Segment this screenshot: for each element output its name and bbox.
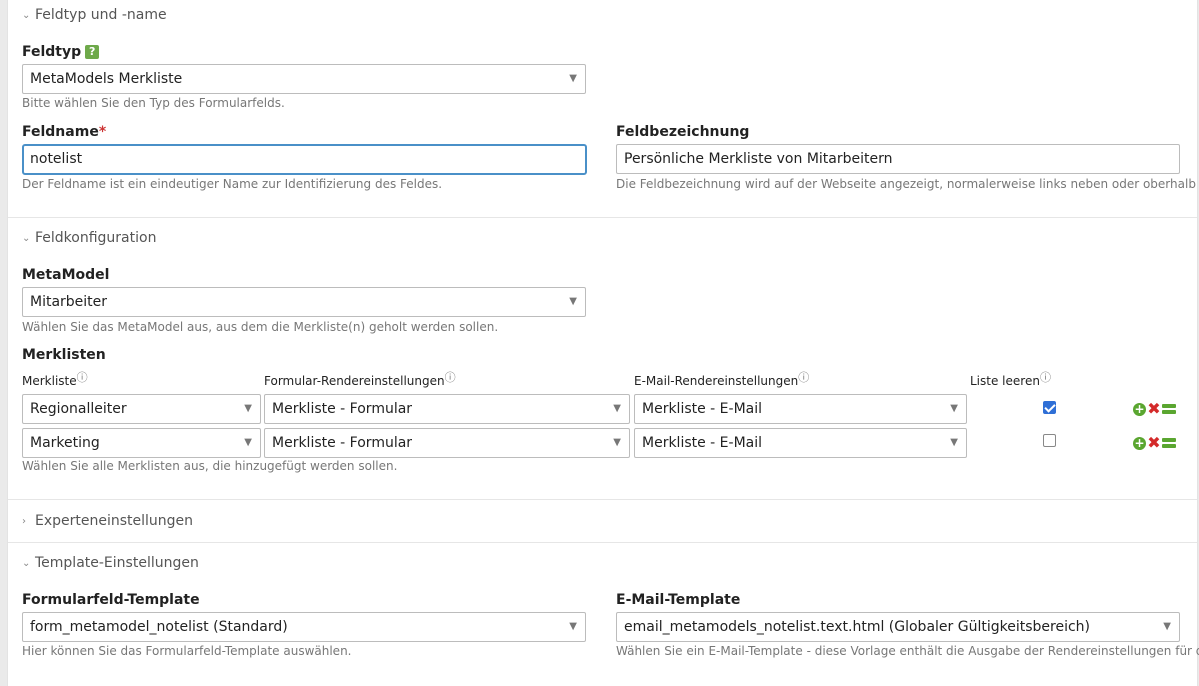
dropdown-arrow-icon: ▼	[613, 437, 621, 448]
email-template-label: E-Mail-Template	[616, 592, 741, 608]
metamodel-select[interactable]: Mitarbeiter ▼	[22, 287, 586, 317]
feldname-label: Feldname*	[22, 124, 107, 140]
metamodel-label: MetaModel	[22, 267, 110, 283]
dropdown-arrow-icon: ▼	[950, 437, 958, 448]
dropdown-arrow-icon: ▼	[950, 403, 958, 414]
dropdown-arrow-icon: ▼	[244, 403, 252, 414]
section-config: ⌄ Feldkonfiguration MetaModel Mitarbeite…	[8, 218, 1197, 500]
row-operations: + ✖	[1133, 435, 1176, 451]
merkliste-select[interactable]: Regionalleiter ▼	[22, 394, 261, 424]
formularfeld-template-label: Formularfeld-Template	[22, 592, 200, 608]
column-header-leeren: Liste leerenⓘ	[970, 371, 1051, 388]
email-render-select[interactable]: Merkliste - E-Mail ▼	[634, 394, 967, 424]
delete-row-icon[interactable]: ✖	[1147, 435, 1161, 451]
merkliste-select[interactable]: Marketing ▼	[22, 428, 261, 458]
feldname-input[interactable]: notelist	[22, 144, 587, 175]
feldtyp-hint: Bitte wählen Sie den Typ des Formularfel…	[22, 96, 285, 110]
section-template: ⌄ Template-Einstellungen Formularfeld-Te…	[8, 543, 1199, 686]
email-render-select[interactable]: Merkliste - E-Mail ▼	[634, 428, 967, 458]
liste-leeren-checkbox[interactable]	[1043, 401, 1056, 414]
formular-render-select[interactable]: Merkliste - Formular ▼	[264, 394, 630, 424]
column-header-email: E-Mail-Rendereinstellungenⓘ	[634, 371, 810, 388]
add-row-icon[interactable]: +	[1133, 402, 1146, 416]
chevron-right-icon: ›	[22, 515, 26, 527]
dropdown-arrow-icon: ▼	[613, 403, 621, 414]
dropdown-arrow-icon: ▼	[569, 73, 577, 84]
feldbezeichnung-label: Feldbezeichnung	[616, 124, 750, 140]
email-template-hint: Wählen Sie ein E-Mail-Template - diese V…	[616, 644, 1199, 658]
section-toggle-template[interactable]: ⌄ Template-Einstellungen	[22, 555, 199, 571]
feldtyp-select[interactable]: MetaModels Merkliste ▼	[22, 64, 586, 94]
section-expert: › Experteneinstellungen	[8, 500, 1197, 543]
info-icon[interactable]: ⓘ	[798, 371, 809, 384]
section-toggle-type-name[interactable]: ⌄ Feldtyp und -name	[22, 7, 167, 23]
delete-row-icon[interactable]: ✖	[1147, 401, 1161, 417]
info-icon[interactable]: ⓘ	[1040, 371, 1051, 384]
section-title: Feldkonfiguration	[35, 230, 157, 246]
dropdown-arrow-icon: ▼	[569, 621, 577, 632]
feldbezeichnung-input[interactable]: Persönliche Merkliste von Mitarbeitern	[616, 144, 1180, 174]
drag-row-icon[interactable]	[1162, 438, 1176, 448]
formularfeld-template-hint: Hier können Sie das Formularfeld-Templat…	[22, 644, 352, 658]
section-type-name: ⌄ Feldtyp und -name Feldtyp? MetaModels …	[8, 0, 1197, 218]
info-icon[interactable]: ⓘ	[445, 371, 456, 384]
formular-render-select[interactable]: Merkliste - Formular ▼	[264, 428, 630, 458]
section-toggle-expert[interactable]: › Experteneinstellungen	[22, 513, 193, 529]
column-header-merkliste: Merklisteⓘ	[22, 371, 88, 388]
feldname-hint: Der Feldname ist ein eindeutiger Name zu…	[22, 177, 443, 191]
section-title: Experteneinstellungen	[35, 513, 194, 529]
dropdown-arrow-icon: ▼	[1163, 621, 1171, 632]
email-template-select[interactable]: email_metamodels_notelist.text.html (Glo…	[616, 612, 1180, 642]
section-title: Template-Einstellungen	[35, 555, 199, 571]
row-operations: + ✖	[1133, 401, 1176, 417]
metamodel-hint: Wählen Sie das MetaModel aus, aus dem di…	[22, 320, 499, 334]
feldbezeichnung-hint: Die Feldbezeichnung wird auf der Webseit…	[616, 177, 1196, 191]
merklisten-label: Merklisten	[22, 347, 106, 363]
required-marker: *	[98, 124, 107, 140]
chevron-down-icon: ⌄	[22, 232, 31, 244]
section-toggle-config[interactable]: ⌄ Feldkonfiguration	[22, 230, 156, 246]
add-row-icon[interactable]: +	[1133, 436, 1146, 450]
dropdown-arrow-icon: ▼	[244, 437, 252, 448]
liste-leeren-checkbox[interactable]	[1043, 434, 1056, 447]
help-icon[interactable]: ?	[85, 45, 100, 59]
form-panel: ⌄ Feldtyp und -name Feldtyp? MetaModels …	[7, 0, 1199, 686]
column-header-formular: Formular-Rendereinstellungenⓘ	[264, 371, 456, 388]
formularfeld-template-select[interactable]: form_metamodel_notelist (Standard) ▼	[22, 612, 586, 642]
merklisten-hint: Wählen Sie alle Merklisten aus, die hinz…	[22, 459, 398, 473]
info-icon[interactable]: ⓘ	[77, 371, 88, 384]
section-title: Feldtyp und -name	[35, 7, 167, 23]
dropdown-arrow-icon: ▼	[569, 296, 577, 307]
drag-row-icon[interactable]	[1162, 404, 1176, 414]
chevron-down-icon: ⌄	[22, 557, 31, 569]
chevron-down-icon: ⌄	[22, 9, 31, 21]
feldtyp-label: Feldtyp?	[22, 44, 100, 60]
